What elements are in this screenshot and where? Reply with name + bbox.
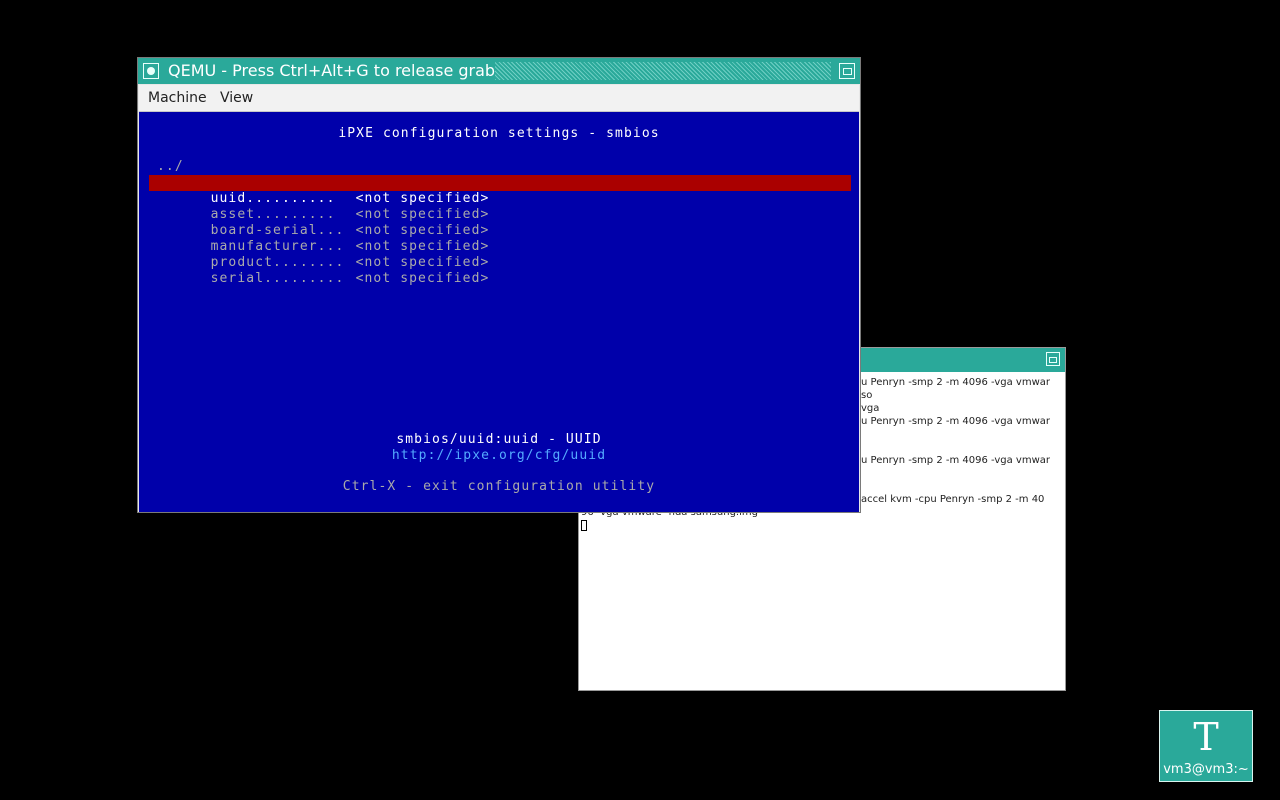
setting-row-asset[interactable]: asset......... <not specified> (149, 191, 851, 222)
text-cursor (581, 519, 587, 531)
menu-view[interactable]: View (220, 89, 253, 107)
desktop-icon-label: vm3@vm3:~ (1163, 762, 1249, 777)
exit-hint: Ctrl-X - exit configuration utility (342, 479, 656, 494)
setting-row-product[interactable]: product........ <not specified> (149, 239, 851, 270)
setting-value: <not specified> (355, 271, 490, 286)
setting-row-manufacturer[interactable]: manufacturer... <not specified> (149, 223, 851, 254)
qemu-window[interactable]: QEMU - Press Ctrl+Alt+G to release grab … (137, 57, 861, 513)
window-menu-icon[interactable] (143, 63, 159, 79)
qemu-titlebar[interactable]: QEMU - Press Ctrl+Alt+G to release grab (138, 58, 860, 84)
window-title: QEMU - Press Ctrl+Alt+G to release grab (168, 61, 496, 80)
terminal-icon: T (1193, 715, 1219, 759)
menubar: Machine View (139, 85, 859, 112)
setting-row-uuid[interactable]: uuid.......... <not specified> (149, 175, 851, 206)
parent-dir-item[interactable]: ../ (149, 159, 851, 175)
help-link[interactable]: http://ipxe.org/cfg/uuid (139, 448, 859, 463)
maximize-icon[interactable] (1046, 352, 1060, 366)
vm-screen[interactable]: iPXE configuration settings - smbios ../… (139, 112, 859, 512)
menu-machine[interactable]: Machine (148, 89, 207, 107)
setting-key: serial......... (210, 271, 345, 286)
setting-row-serial[interactable]: serial......... <not specified> (149, 255, 851, 286)
config-title: iPXE configuration settings - smbios (338, 126, 660, 141)
titlebar-grip[interactable] (495, 62, 831, 80)
maximize-icon[interactable] (839, 63, 855, 79)
terminal-desktop-icon[interactable]: T vm3@vm3:~ (1159, 710, 1253, 782)
terminal-prompt-line (581, 519, 1061, 532)
setting-row-board-serial[interactable]: board-serial... <not specified> (149, 207, 851, 238)
help-title: smbios/uuid:uuid - UUID (396, 432, 602, 447)
